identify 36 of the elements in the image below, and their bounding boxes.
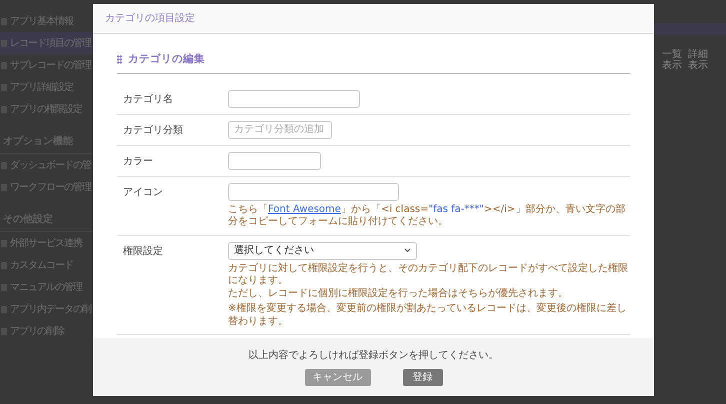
sidebar-item[interactable]: ワークフローの管理	[0, 176, 93, 198]
help-text: こちら「Font Awesome」から「<i class="fas fa-***"></i>」部分か、青い文字の部分をコピーしてフォームに貼り付けてください。	[228, 204, 626, 229]
note-text: ※権限を変更する場合、変更前の権限が割あたっているレコードは、変更後の権限に差し替わります。	[228, 303, 628, 328]
select-dropdown[interactable]: 選択してください	[228, 242, 417, 260]
sidebar-item[interactable]: アプリの権限設定	[0, 98, 93, 120]
field-label: アイコン	[122, 186, 164, 200]
sidebar-item[interactable]: アプリ詳細設定	[0, 76, 93, 98]
sidebar-item[interactable]: ダッシュボードの管	[0, 154, 93, 176]
font-awesome-link[interactable]: Font Awesome	[268, 204, 341, 215]
sidebar-item[interactable]: マニュアルの管理	[0, 276, 93, 298]
grip-icon	[117, 55, 122, 64]
note-text: カテゴリに対して権限設定を行うと、そのカテゴリ配下のレコードがすべて設定した権限になります。	[228, 262, 629, 288]
sidebar-item[interactable]: アプリ基本情報	[0, 10, 93, 32]
note-text: ただし、レコードに個別に権限設定を行った場合はそちらが優先されます。	[228, 288, 569, 300]
sidebar-item[interactable]: カスタムコード	[0, 254, 93, 276]
field-label: 権限設定	[122, 244, 164, 259]
sidebar-item[interactable]: アプリの削除	[0, 320, 93, 342]
chevron-icon	[404, 248, 411, 254]
sidebar-item[interactable]: アプリ内データの削	[0, 298, 93, 320]
section-title: カテゴリの編集	[128, 52, 205, 67]
column-header: 詳細表示	[688, 49, 708, 71]
footer-message: 以上内容でよろしければ登録ボタンを押してください。	[248, 348, 498, 363]
column-header: 一覧表示	[662, 49, 682, 71]
input-field[interactable]	[228, 90, 360, 108]
register-button[interactable]: 登録	[402, 369, 442, 386]
input-field[interactable]: カテゴリ分類の追加	[228, 120, 332, 139]
header-bar	[654, 23, 726, 35]
cancel-button[interactable]: キャンセル	[304, 369, 370, 386]
input-field[interactable]	[228, 152, 321, 170]
sidebar-item[interactable]: サブレコードの管理	[0, 54, 93, 76]
field-label: カテゴリ名	[122, 92, 174, 107]
field-label: カテゴリ分類	[122, 124, 184, 138]
input-field[interactable]	[228, 182, 399, 201]
field-label: カラー	[122, 154, 154, 169]
sidebar-item[interactable]: 外部サービス連携	[0, 232, 93, 254]
modal-title: カテゴリの項目設定	[93, 4, 654, 34]
